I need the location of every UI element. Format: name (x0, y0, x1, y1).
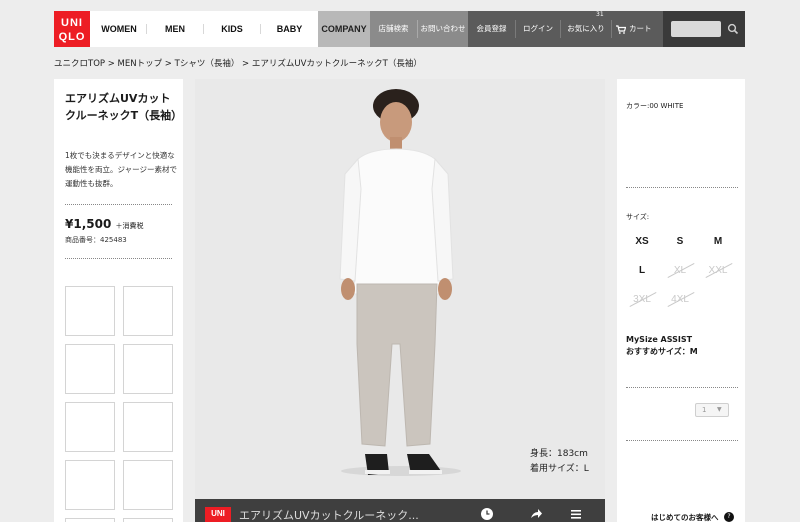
search-area (663, 11, 745, 47)
product-main-image[interactable]: 身長：183cm 着用サイズ：L UNI エアリズムUVカットクルーネック... (195, 79, 605, 522)
thumbnail[interactable] (123, 402, 173, 452)
size-xxl: XXL (700, 263, 736, 279)
divider (65, 204, 172, 205)
product-price: ¥1,500 ＋消費税 (65, 217, 144, 231)
register-link[interactable]: 会員登録 (468, 11, 515, 47)
quantity-value: 1 (702, 406, 707, 414)
logo-line1: UNI (61, 17, 83, 29)
nav-baby[interactable]: BABY (261, 11, 318, 47)
logo-line2: QLO (58, 31, 86, 43)
size-l[interactable]: L (624, 263, 660, 279)
nav-men[interactable]: MEN (147, 11, 203, 47)
purchase-options-panel: カラー:00 WHITE サイズ: XS S M L XL XXL 3XL 4X… (617, 79, 745, 522)
product-number: 商品番号：425483 (65, 236, 127, 244)
product-description: 1枚でも決まるデザインと快適な機能性を両立。ジャージー素材で運動性も抜群。 (65, 151, 177, 188)
share-icon[interactable] (529, 507, 543, 521)
cart-link[interactable]: カート (612, 11, 663, 47)
mysize-recommendation: おすすめサイズ：M (626, 347, 698, 356)
thumbnail[interactable] (65, 460, 115, 510)
model-size: 着用サイズ：L (530, 464, 589, 474)
login-link[interactable]: ログイン (516, 11, 560, 47)
thumbnail[interactable] (65, 518, 115, 522)
header: UNI QLO WOMEN MEN KIDS BABY COMPANY 店舗検索… (54, 11, 745, 47)
first-visit-link[interactable]: はじめてのお客様へ (651, 512, 719, 522)
thumbnail[interactable] (65, 344, 115, 394)
nav-women[interactable]: WOMEN (92, 11, 146, 47)
product-title: エアリズムUVカットクルーネックT（長袖） (65, 92, 183, 122)
divider (65, 258, 172, 259)
mysize-assist[interactable]: MySize ASSIST おすすめサイズ：M (626, 334, 698, 358)
divider (626, 187, 738, 188)
thumbnail[interactable] (123, 518, 173, 522)
clock-icon[interactable] (480, 507, 494, 521)
price-value: ¥1,500 (65, 217, 112, 231)
cart-icon (616, 25, 626, 34)
size-3xl: 3XL (624, 292, 660, 308)
size-label: サイズ: (626, 213, 650, 221)
thumbnail[interactable] (65, 402, 115, 452)
uniqlo-logo[interactable]: UNI QLO (54, 11, 90, 47)
thumbnail[interactable] (65, 286, 115, 336)
video-bar[interactable]: UNI エアリズムUVカットクルーネック... (195, 499, 605, 522)
size-m[interactable]: M (700, 234, 736, 250)
menu-icon[interactable] (569, 507, 583, 521)
thumbnail[interactable] (123, 286, 173, 336)
contact-link[interactable]: お問い合わせ (418, 11, 468, 47)
favorites-count: 31 (596, 11, 604, 18)
product-info-panel: エアリズムUVカットクルーネックT（長袖） 1枚でも決まるデザインと快適な機能性… (54, 79, 183, 522)
thumbnail[interactable] (123, 460, 173, 510)
size-4xl: 4XL (662, 292, 698, 308)
quantity-select[interactable]: 1 ▼ (695, 403, 729, 417)
nav-company[interactable]: COMPANY (318, 11, 370, 47)
video-logo: UNI (205, 507, 231, 522)
mysize-title: MySize ASSIST (626, 335, 693, 344)
color-label: カラー:00 WHITE (626, 102, 684, 110)
divider (626, 387, 738, 388)
chevron-down-icon: ▼ (717, 406, 722, 413)
search-icon[interactable] (727, 23, 739, 35)
thumbnail[interactable] (123, 344, 173, 394)
tax-note: ＋消費税 (115, 222, 144, 230)
model-height: 身長：183cm (530, 449, 588, 459)
cart-label: カート (629, 24, 652, 33)
size-xl: XL (662, 263, 698, 279)
search-input[interactable] (671, 21, 721, 37)
video-title[interactable]: エアリズムUVカットクルーネック... (239, 507, 459, 522)
nav-kids[interactable]: KIDS (204, 11, 260, 47)
size-s[interactable]: S (662, 234, 698, 250)
breadcrumb[interactable]: ユニクロTOP > MENトップ > Tシャツ（長袖） > エアリズムUVカット… (54, 57, 422, 69)
model-info: 身長：183cm 着用サイズ：L (530, 447, 589, 477)
help-icon[interactable]: ? (724, 512, 734, 522)
divider (626, 440, 738, 441)
size-xs[interactable]: XS (624, 234, 660, 250)
store-search-link[interactable]: 店舗検索 (370, 11, 417, 47)
